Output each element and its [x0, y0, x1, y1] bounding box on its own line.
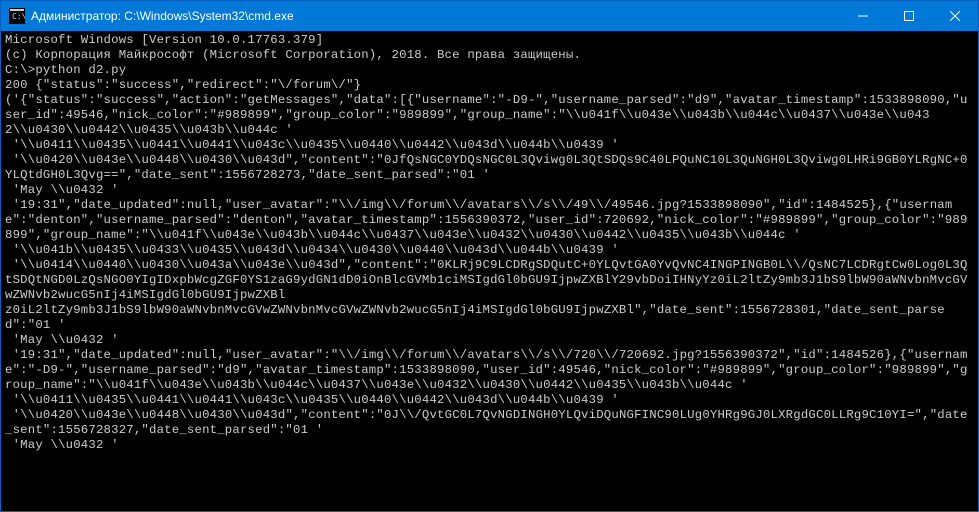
cmd-window: C:\ Администратор: C:\Windows\System32\c… [0, 0, 979, 512]
window-controls [840, 1, 978, 31]
terminal-line: '19:31","date_updated":null,"user_avatar… [5, 348, 974, 393]
titlebar[interactable]: C:\ Администратор: C:\Windows\System32\c… [1, 1, 978, 31]
terminal-line: '\\u0414\\u0440\\u0430\\u043a\\u043e\\u0… [5, 258, 974, 303]
maximize-button[interactable] [886, 1, 932, 31]
terminal-line: '\\u0420\\u043e\\u0448\\u0430\\u043d","c… [5, 408, 974, 438]
terminal-line: 2\\u0430\\u0442\\u0435\\u043b\\u044c ' [5, 123, 974, 138]
terminal-line: '\\u041b\\u0435\\u0433\\u0435\\u043d\\u0… [5, 243, 974, 258]
terminal-line: ('{"status":"success","action":"getMessa… [5, 93, 974, 123]
terminal-line: z0iL2ltZy9mb3J1bS9lbW90aWNvbnMvcGVwZWNvb… [5, 303, 974, 333]
terminal-line: 'May \\u0432 ' [5, 438, 974, 453]
terminal-line: '\\u0411\\u0435\\u0441\\u0441\\u043c\\u0… [5, 138, 974, 153]
terminal-line: (c) Корпорация Майкрософт (Microsoft Cor… [5, 48, 974, 63]
terminal-line: '19:31","date_updated":null,"user_avatar… [5, 198, 974, 243]
terminal-line: '\\u0420\\u043e\\u0448\\u0430\\u043d","c… [5, 153, 974, 183]
terminal-line: 'May \\u0432 ' [5, 333, 974, 348]
terminal-line: 'May \\u0432 ' [5, 183, 974, 198]
terminal-line: C:\>python d2.py [5, 63, 974, 78]
window-title: Администратор: C:\Windows\System32\cmd.e… [31, 9, 840, 23]
close-button[interactable] [932, 1, 978, 31]
svg-text:C:\: C:\ [12, 12, 25, 21]
minimize-button[interactable] [840, 1, 886, 31]
terminal-line: Microsoft Windows [Version 10.0.17763.37… [5, 33, 974, 48]
cmd-icon: C:\ [9, 8, 25, 24]
terminal-line: '\\u0411\\u0435\\u0441\\u0441\\u043c\\u0… [5, 393, 974, 408]
terminal-line: 200 {"status":"success","redirect":"\/fo… [5, 78, 974, 93]
terminal-output[interactable]: Microsoft Windows [Version 10.0.17763.37… [1, 31, 978, 511]
